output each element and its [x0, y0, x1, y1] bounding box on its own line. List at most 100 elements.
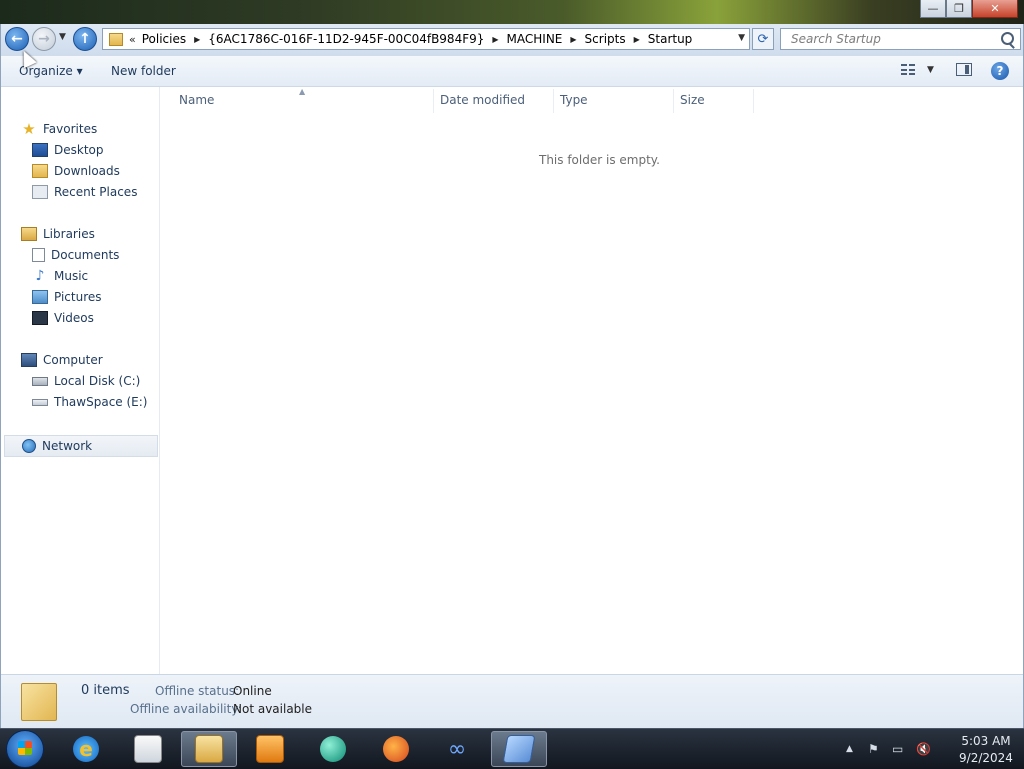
sidebar-item-pictures[interactable]: Pictures: [32, 290, 102, 304]
sidebar-item-recent-places[interactable]: Recent Places: [32, 185, 137, 199]
sidebar-item-label: Desktop: [54, 143, 104, 157]
column-divider[interactable]: [433, 89, 434, 113]
start-button[interactable]: [6, 730, 44, 768]
action-center-flag-icon[interactable]: ⚑: [868, 742, 879, 756]
sidebar-item-local-disk[interactable]: Local Disk (C:): [32, 374, 140, 388]
sidebar-item-label: Videos: [54, 311, 94, 325]
window-caption-buttons: — ❐ ✕: [920, 0, 1018, 18]
navigation-pane: ★ Favorites Desktop Downloads Recent Pla…: [1, 87, 160, 674]
taskbar-internet-explorer[interactable]: e: [58, 731, 114, 767]
column-divider[interactable]: [673, 89, 674, 113]
sidebar-item-label: ThawSpace (E:): [54, 395, 148, 409]
view-options-dropdown-icon[interactable]: ▼: [927, 65, 934, 75]
column-header-size[interactable]: Size: [680, 93, 705, 107]
search-icon[interactable]: [1001, 32, 1014, 45]
folder-icon: [21, 683, 57, 721]
breadcrumb-item-guid[interactable]: {6AC1786C-016F-11D2-945F-00C04fB984F9}: [208, 32, 484, 46]
taskbar-windows-explorer[interactable]: [181, 731, 237, 767]
paper-app-icon: [502, 735, 536, 763]
breadcrumb-overflow-chevron[interactable]: «: [129, 33, 136, 46]
offline-availability-label: Offline availability:: [130, 702, 242, 716]
libraries-icon: [21, 227, 37, 241]
column-header-date-modified[interactable]: Date modified: [440, 93, 525, 107]
recent-places-icon: [32, 185, 48, 199]
sidebar-item-favorites[interactable]: ★ Favorites: [21, 122, 97, 137]
breadcrumb-item-machine[interactable]: MACHINE: [507, 32, 563, 46]
breadcrumb: Policies ▶ {6AC1786C-016F-11D2-945F-00C0…: [142, 32, 693, 46]
sidebar-item-thawspace[interactable]: ThawSpace (E:): [32, 395, 147, 409]
volume-muted-icon[interactable]: 🔇: [916, 742, 931, 756]
column-divider[interactable]: [553, 89, 554, 113]
chevron-right-icon[interactable]: ▶: [634, 35, 640, 44]
search-box[interactable]: [780, 28, 1021, 50]
sidebar-item-network[interactable]: Network: [4, 435, 158, 457]
address-bar[interactable]: « Policies ▶ {6AC1786C-016F-11D2-945F-00…: [102, 28, 750, 50]
forward-button[interactable]: →: [32, 27, 56, 51]
pictures-icon: [32, 290, 48, 304]
taskbar-media-player[interactable]: [242, 731, 298, 767]
breadcrumb-item-policies[interactable]: Policies: [142, 32, 186, 46]
clock-date[interactable]: 9/2/2024: [956, 751, 1016, 765]
sidebar-item-music[interactable]: ♪ Music: [32, 268, 89, 284]
search-input[interactable]: [789, 31, 993, 47]
help-icon[interactable]: ?: [991, 62, 1009, 80]
refresh-button[interactable]: ⟳: [752, 28, 774, 50]
column-divider[interactable]: [753, 89, 754, 113]
address-history-dropdown-icon[interactable]: ▼: [738, 33, 745, 43]
sidebar-item-libraries[interactable]: Libraries: [21, 227, 95, 241]
taskbar-swirl-app[interactable]: [305, 731, 361, 767]
chevron-right-icon[interactable]: ▶: [194, 35, 200, 44]
clock-time[interactable]: 5:03 AM: [956, 734, 1016, 748]
chevron-right-icon[interactable]: ▶: [492, 35, 498, 44]
drive-icon: [32, 398, 48, 406]
notepad-icon: [134, 735, 162, 763]
taskbar-infinity-app[interactable]: ∞: [429, 731, 485, 767]
sidebar-item-label: Pictures: [54, 290, 102, 304]
show-hidden-icons-icon[interactable]: ▲: [846, 744, 853, 754]
hard-disk-icon: [32, 376, 48, 386]
desktop-wallpaper: [0, 0, 1024, 24]
change-view-icon[interactable]: [901, 64, 915, 76]
recent-pages-dropdown-icon[interactable]: ▼: [59, 32, 66, 42]
sort-arrow-icon: ▲: [299, 87, 306, 96]
network-icon: [22, 439, 36, 453]
breadcrumb-item-scripts[interactable]: Scripts: [585, 32, 626, 46]
sidebar-item-documents[interactable]: Documents: [32, 248, 119, 262]
preview-pane-icon[interactable]: [956, 63, 972, 76]
network-status-icon[interactable]: ▭: [892, 742, 903, 756]
film-strip-icon: [32, 311, 48, 325]
taskbar: e ∞ ▲ ⚑ ▭ 🔇 5:03 AM 9/2/2024: [0, 728, 1024, 769]
sidebar-item-computer[interactable]: Computer: [21, 353, 103, 367]
restore-button[interactable]: ❐: [946, 0, 972, 18]
new-folder-button[interactable]: New folder: [111, 64, 176, 78]
column-header-type[interactable]: Type: [560, 93, 588, 107]
column-header-name[interactable]: Name: [179, 93, 214, 107]
sidebar-item-label: Recent Places: [54, 185, 138, 199]
taskbar-firefox[interactable]: [368, 731, 424, 767]
breadcrumb-item-startup[interactable]: Startup: [648, 32, 693, 46]
swirl-app-icon: [320, 736, 346, 762]
back-button[interactable]: ←: [5, 27, 29, 51]
up-button[interactable]: ↑: [73, 27, 97, 51]
chevron-right-icon[interactable]: ▶: [570, 35, 576, 44]
sidebar-item-desktop[interactable]: Desktop: [32, 143, 104, 157]
sidebar-item-downloads[interactable]: Downloads: [32, 164, 120, 178]
system-tray: ▲ ⚑ ▭ 🔇 5:03 AM 9/2/2024: [840, 729, 1024, 769]
sidebar-item-label: Network: [42, 439, 93, 453]
taskbar-notepad[interactable]: [120, 731, 176, 767]
item-count: 0 items: [81, 683, 130, 698]
music-note-icon: ♪: [35, 268, 45, 284]
sidebar-item-label: Local Disk (C:): [54, 374, 141, 388]
internet-explorer-icon: e: [73, 736, 99, 762]
document-icon: [32, 248, 45, 262]
taskbar-paper-app[interactable]: [491, 731, 547, 767]
sidebar-item-label: Music: [54, 269, 89, 283]
minimize-button[interactable]: —: [920, 0, 946, 18]
sidebar-item-videos[interactable]: Videos: [32, 311, 94, 325]
desktop-icon: [32, 143, 48, 157]
close-button[interactable]: ✕: [972, 0, 1018, 18]
offline-availability-value: Not available: [233, 702, 313, 716]
details-pane: 0 items Offline status: Online Offline a…: [1, 674, 1023, 729]
computer-icon: [21, 353, 37, 367]
navigation-bar: ← → ▼ ↑ « Policies ▶ {6AC1786C-016F-11D2…: [1, 24, 1023, 57]
